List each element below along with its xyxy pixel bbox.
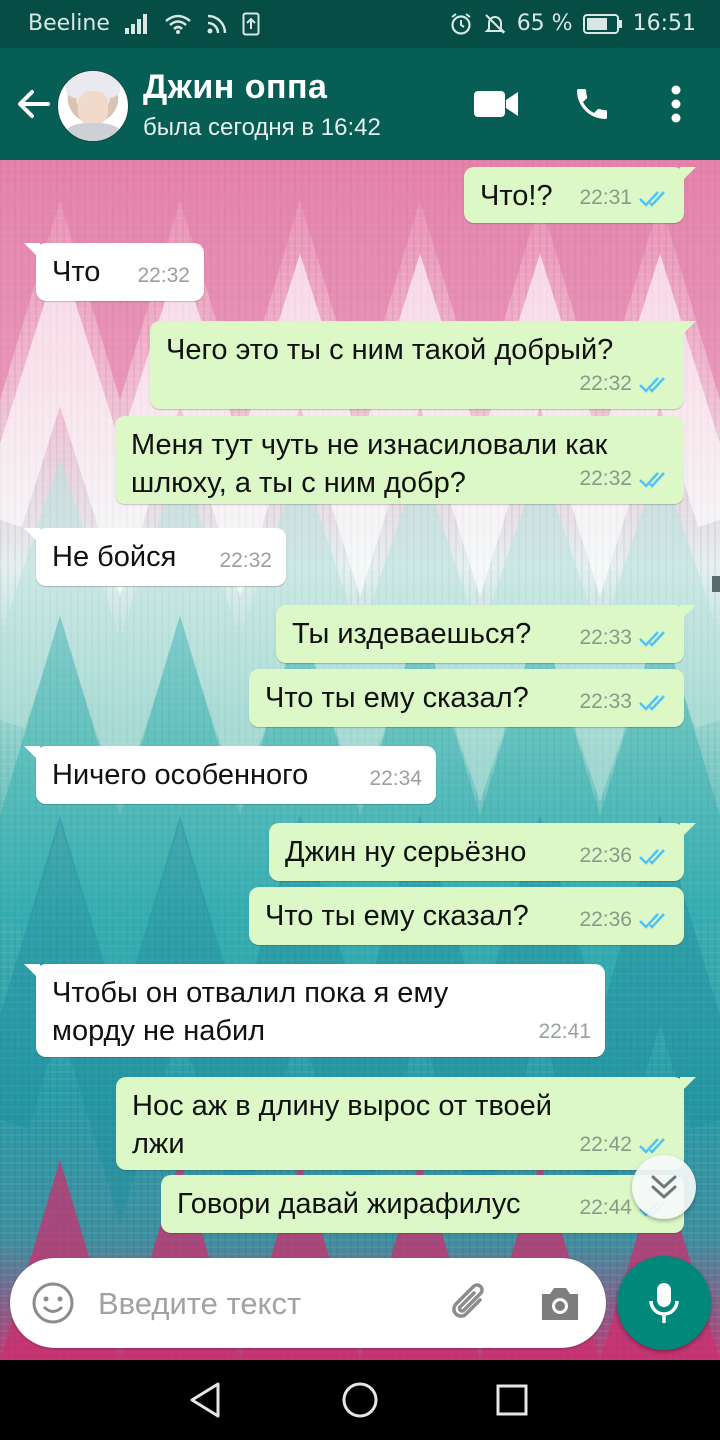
message-time: 22:44 [579, 1196, 632, 1219]
nav-recents-icon[interactable] [490, 1378, 534, 1422]
message-time: 22:36 [579, 844, 632, 867]
nav-back-icon[interactable] [184, 1378, 228, 1422]
message-text: Говори давай жирафилус [177, 1188, 521, 1220]
read-ticks-icon [639, 695, 665, 711]
carrier-label: Beeline [28, 11, 110, 36]
signal-icon [124, 13, 147, 34]
more-options-button[interactable] [652, 80, 700, 128]
message-time: 22:42 [579, 1133, 632, 1156]
last-seen-status: была сегодня в 16:42 [143, 114, 381, 141]
message-bubble[interactable]: Ты издеваешься? 22:33 [276, 605, 696, 663]
message-text: Чтобы он отвалил пока я ему морду не наб… [52, 977, 449, 1047]
message-time: 22:33 [579, 690, 632, 713]
read-ticks-icon [639, 631, 665, 647]
upload-icon [242, 12, 260, 35]
mute-bell-icon [484, 13, 506, 34]
message-composer [10, 1258, 606, 1348]
double-chevron-down-icon [651, 1175, 677, 1199]
message-bubble[interactable]: Чтобы он отвалил пока я ему морду не наб… [24, 964, 605, 1057]
message-bubble[interactable]: Меня тут чуть не изнасиловали как шлюху,… [115, 416, 684, 504]
read-ticks-icon [639, 1138, 665, 1154]
scroll-to-bottom-button[interactable] [632, 1155, 696, 1219]
wifi-icon [165, 14, 191, 34]
battery-icon [582, 13, 622, 34]
message-text: Не бойся [52, 541, 177, 573]
attach-icon[interactable] [446, 1280, 494, 1328]
message-bubble[interactable]: Что!? 22:31 [464, 167, 696, 223]
message-time: 22:41 [538, 1020, 591, 1043]
message-bubble[interactable]: Что ты ему сказал? 22:33 [249, 669, 684, 727]
message-bubble[interactable]: Чего это ты с ним такой добрый? 22:32 [150, 321, 696, 409]
message-time: 22:34 [369, 767, 422, 790]
video-call-button[interactable] [472, 80, 520, 128]
message-bubble[interactable]: Джин ну серьёзно 22:36 [269, 823, 696, 881]
camera-icon[interactable] [536, 1280, 584, 1328]
message-text: Что [52, 256, 101, 288]
scrollbar-thumb[interactable] [712, 576, 720, 592]
read-ticks-icon [639, 472, 665, 488]
message-text: Что!? [480, 180, 553, 212]
nfc-icon [207, 14, 227, 33]
phone-icon [577, 89, 607, 119]
back-arrow-icon[interactable] [12, 82, 56, 126]
message-text: Джин ну серьёзно [285, 836, 527, 868]
message-time: 22:33 [579, 626, 632, 649]
message-text: Ничего особенного [52, 759, 309, 791]
message-time: 22:31 [579, 186, 632, 209]
message-input[interactable] [96, 1278, 430, 1330]
read-ticks-icon [639, 377, 665, 393]
read-ticks-icon [639, 849, 665, 865]
chat-header: Джин оппа была сегодня в 16:42 [0, 48, 720, 160]
voice-message-button[interactable] [617, 1256, 711, 1350]
emoji-icon[interactable] [30, 1280, 76, 1326]
voice-call-button[interactable] [568, 80, 616, 128]
message-bubble[interactable]: Что 22:32 [24, 243, 204, 301]
message-bubble[interactable]: Ничего особенного 22:34 [24, 746, 436, 804]
message-text: Чего это ты с ним такой добрый? [166, 334, 614, 366]
message-text: Меня тут чуть не изнасиловали как шлюху,… [131, 429, 608, 499]
message-bubble[interactable]: Говори давай жирафилус 22:44 [161, 1175, 684, 1233]
clock: 16:51 [632, 11, 696, 36]
chat-area[interactable]: Что!? 22:31 Что 22:32 Чего это ты с ним … [0, 160, 720, 1360]
message-text: Ты издеваешься? [292, 618, 532, 650]
read-ticks-icon [639, 913, 665, 929]
system-nav-bar [0, 1360, 720, 1440]
nav-home-icon[interactable] [338, 1378, 382, 1422]
contact-name[interactable]: Джин оппа [143, 68, 327, 107]
message-bubble[interactable]: Не бойся 22:32 [24, 528, 286, 586]
message-bubble[interactable]: Нос аж в длину вырос от твоей лжи 22:42 [116, 1077, 696, 1170]
alarm-icon [451, 12, 471, 35]
message-time: 22:36 [579, 908, 632, 931]
video-call-icon [474, 91, 518, 117]
message-text: Нос аж в длину вырос от твоей лжи [132, 1090, 553, 1160]
more-vert-icon [671, 85, 681, 123]
message-time: 22:32 [579, 467, 632, 490]
message-time: 22:32 [219, 549, 272, 572]
message-bubble[interactable]: Что ты ему сказал? 22:36 [249, 887, 684, 945]
message-time: 22:32 [137, 264, 190, 287]
message-text: Что ты ему сказал? [265, 682, 529, 714]
status-bar: Beeline 65 % 16:51 [0, 0, 720, 48]
message-text: Что ты ему сказал? [265, 900, 529, 932]
read-ticks-icon [639, 191, 665, 207]
message-time: 22:32 [579, 372, 632, 395]
contact-avatar[interactable] [57, 70, 129, 142]
mic-icon [649, 1283, 679, 1323]
battery-percent: 65 % [516, 11, 573, 36]
